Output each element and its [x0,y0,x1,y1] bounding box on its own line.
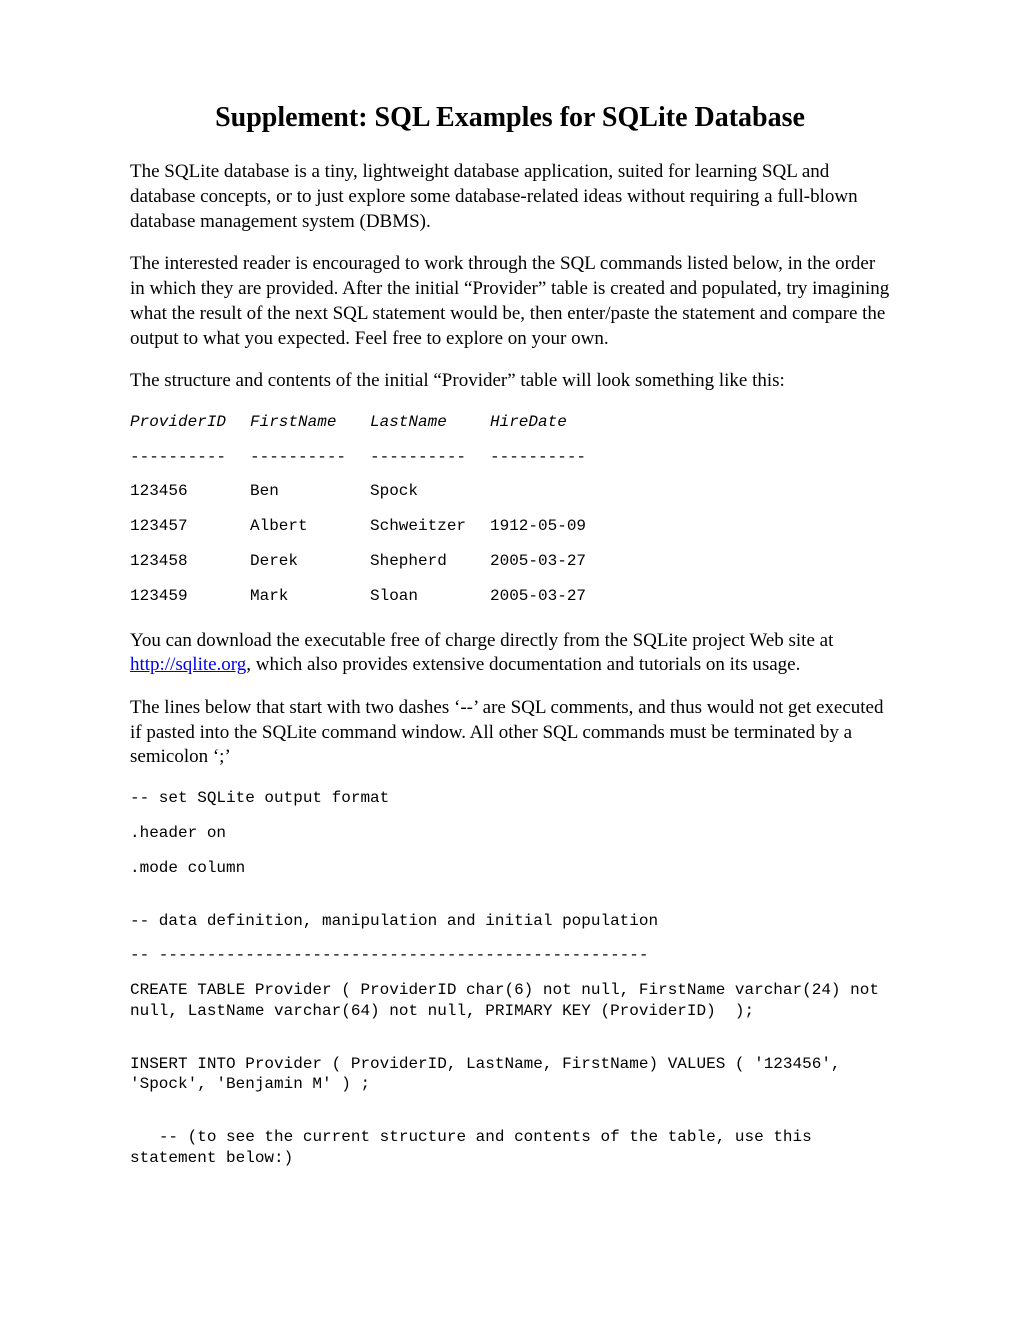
table-row: 123458 Derek Shepherd 2005-03-27 [130,551,890,572]
table-cell [490,481,610,502]
table-sep-cell: ---------- [490,447,610,468]
provider-table: ProviderID FirstName LastName HireDate -… [130,412,890,607]
table-cell: Schweitzer [370,516,490,537]
table-cell: 123456 [130,481,250,502]
table-cell: 123459 [130,586,250,607]
table-cell: 2005-03-27 [490,551,610,572]
table-cell: 123458 [130,551,250,572]
table-header-cell: FirstName [250,412,370,433]
comments-paragraph: The lines below that start with two dash… [130,696,890,770]
table-header-cell: LastName [370,412,490,433]
code-line: .mode column [130,858,890,879]
table-sep-cell: ---------- [250,447,370,468]
intro-paragraph-2: The interested reader is encouraged to w… [130,252,890,351]
table-cell: Derek [250,551,370,572]
table-header-cell: HireDate [490,412,610,433]
code-line: -- -------------------------------------… [130,945,890,966]
table-cell: Albert [250,516,370,537]
page-title: Supplement: SQL Examples for SQLite Data… [130,100,890,136]
code-line: CREATE TABLE Provider ( ProviderID char(… [130,980,890,1022]
intro-paragraph-1: The SQLite database is a tiny, lightweig… [130,160,890,234]
table-row: 123459 Mark Sloan 2005-03-27 [130,586,890,607]
table-row: 123457 Albert Schweitzer 1912-05-09 [130,516,890,537]
download-text-post: , which also provides extensive document… [246,654,800,675]
table-cell: 123457 [130,516,250,537]
table-cell: Ben [250,481,370,502]
table-cell: Mark [250,586,370,607]
table-cell: Shepherd [370,551,490,572]
intro-paragraph-3: The structure and contents of the initia… [130,369,890,394]
table-separator-row: ---------- ---------- ---------- -------… [130,447,890,468]
code-line: .header on [130,823,890,844]
table-row: 123456 Ben Spock [130,481,890,502]
table-cell: Spock [370,481,490,502]
table-header-cell: ProviderID [130,412,250,433]
table-sep-cell: ---------- [130,447,250,468]
table-cell: 2005-03-27 [490,586,610,607]
table-sep-cell: ---------- [370,447,490,468]
code-section: -- set SQLite output format .header on .… [130,788,890,1169]
code-line: -- set SQLite output format [130,788,890,809]
table-header-row: ProviderID FirstName LastName HireDate [130,412,890,433]
code-line: -- (to see the current structure and con… [130,1127,890,1169]
download-paragraph: You can download the executable free of … [130,629,890,678]
table-cell: Sloan [370,586,490,607]
code-line: -- data definition, manipulation and ini… [130,911,890,932]
sqlite-link[interactable]: http://sqlite.org [130,654,246,675]
download-text-pre: You can download the executable free of … [130,630,833,651]
table-cell: 1912-05-09 [490,516,610,537]
code-line: INSERT INTO Provider ( ProviderID, LastN… [130,1054,890,1096]
